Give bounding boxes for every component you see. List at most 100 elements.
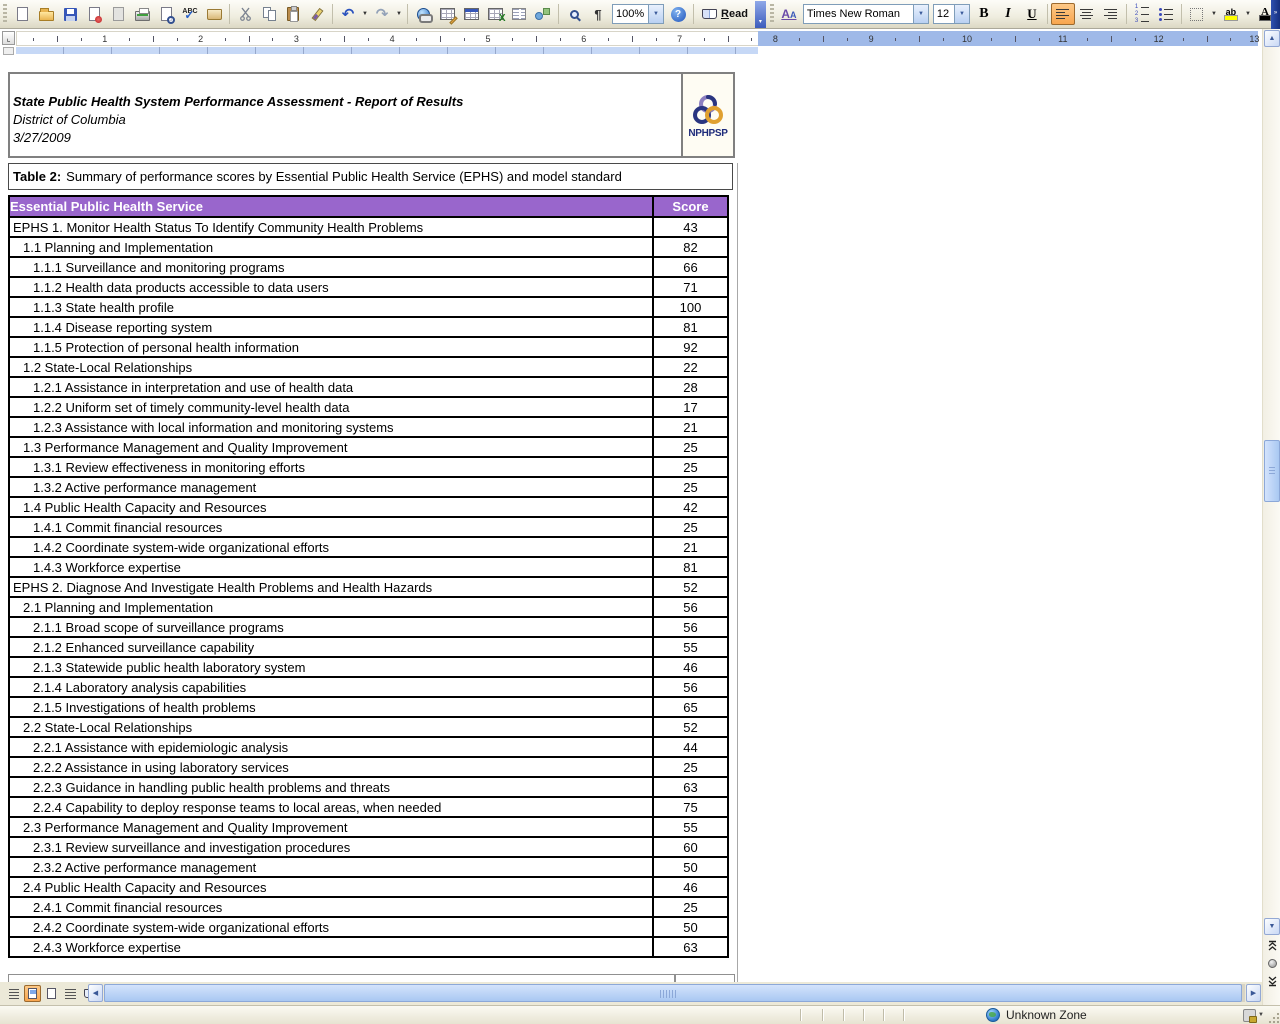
- outline-view-button[interactable]: [62, 985, 79, 1002]
- double-chevron-down-icon: [1267, 976, 1278, 987]
- service-cell: 1.1.2 Health data products accessible to…: [9, 277, 653, 297]
- spelling-status-indicator[interactable]: ▼: [1243, 1007, 1264, 1023]
- toolbar-overflow-chevron-icon[interactable]: »: [1271, 0, 1280, 29]
- score-cell: 25: [653, 517, 728, 537]
- service-cell: 2.4.3 Workforce expertise: [9, 937, 653, 957]
- toolbar-drag-handle[interactable]: [3, 4, 7, 24]
- score-cell: 66: [653, 257, 728, 277]
- drawing-icon[interactable]: [531, 3, 555, 25]
- spelling-icon[interactable]: ABC✓: [178, 3, 202, 25]
- help-icon[interactable]: ?: [666, 3, 690, 25]
- column-header-score: Score: [653, 196, 728, 217]
- styles-icon[interactable]: AA: [777, 3, 801, 25]
- nphpsp-logo-text: NPHPSP: [688, 128, 727, 139]
- document-map-icon[interactable]: [562, 3, 586, 25]
- permission-icon[interactable]: [82, 3, 106, 25]
- toolbar-options-chevron-icon[interactable]: ▾: [755, 1, 766, 28]
- insert-table-icon[interactable]: [459, 3, 483, 25]
- ruler-number: 8: [773, 34, 778, 44]
- read-button[interactable]: Read: [697, 3, 753, 25]
- open-icon[interactable]: [34, 3, 58, 25]
- web-layout-view-button[interactable]: [24, 985, 41, 1002]
- bullets-icon[interactable]: [1154, 3, 1178, 25]
- window-resize-grip[interactable]: [1265, 1009, 1279, 1023]
- hyperlink-icon[interactable]: [411, 3, 435, 25]
- zoom-combo-dropdown-icon[interactable]: ▼: [648, 5, 663, 23]
- select-browse-object-button[interactable]: [1264, 955, 1280, 971]
- next-page-button[interactable]: [1264, 973, 1280, 989]
- align-left-button[interactable]: [1051, 3, 1075, 25]
- horizontal-scrollbar-thumb[interactable]: [104, 984, 1242, 1002]
- table-row: 2.2.2 Assistance in using laboratory ser…: [9, 757, 728, 777]
- vertical-scrollbar[interactable]: ▲ ▼: [1262, 29, 1280, 1005]
- normal-view-button[interactable]: [5, 985, 22, 1002]
- score-cell: 63: [653, 937, 728, 957]
- scroll-right-arrow-icon[interactable]: ▶: [1246, 984, 1261, 1002]
- scroll-up-arrow-icon[interactable]: ▲: [1264, 30, 1280, 47]
- horizontal-ruler[interactable]: 12345678910111213: [16, 31, 1258, 46]
- score-cell: 42: [653, 497, 728, 517]
- horizontal-scrollbar-track[interactable]: [104, 984, 1245, 1002]
- redo-icon-dropdown[interactable]: ▼: [394, 4, 404, 24]
- insert-excel-icon[interactable]: X: [483, 3, 507, 25]
- format-painter-icon[interactable]: [305, 3, 329, 25]
- ruler-tick: [1087, 38, 1088, 41]
- ruler-tick: [1015, 36, 1016, 42]
- scroll-left-arrow-icon[interactable]: ◀: [88, 984, 103, 1002]
- table-row: 2.1.2 Enhanced surveillance capability55: [9, 637, 728, 657]
- tab-selector-secondary[interactable]: [3, 47, 14, 55]
- align-center-button[interactable]: [1075, 3, 1099, 25]
- table-row: EPHS 2. Diagnose And Investigate Health …: [9, 577, 728, 597]
- report-date: 3/27/2009: [13, 130, 681, 145]
- service-cell: 1.3.1 Review effectiveness in monitoring…: [9, 457, 653, 477]
- vertical-scrollbar-thumb[interactable]: [1264, 440, 1280, 502]
- underline-button[interactable]: U: [1020, 3, 1044, 25]
- align-right-button[interactable]: [1099, 3, 1123, 25]
- print-icon[interactable]: [130, 3, 154, 25]
- security-zone-indicator[interactable]: Unknown Zone: [986, 1007, 1087, 1023]
- redo-icon[interactable]: ↷: [370, 3, 394, 25]
- scroll-down-arrow-icon[interactable]: ▼: [1264, 918, 1280, 935]
- ruler-tick: [1135, 38, 1136, 41]
- italic-button[interactable]: I: [996, 3, 1020, 25]
- undo-icon[interactable]: ↶: [336, 3, 360, 25]
- tables-borders-icon[interactable]: [435, 3, 459, 25]
- font-combo[interactable]: Times New Roman▼: [803, 4, 929, 24]
- font-size-combo[interactable]: 12▼: [933, 4, 970, 24]
- border-icon[interactable]: [1185, 3, 1209, 25]
- table-caption: Table 2: Summary of performance scores b…: [8, 163, 733, 190]
- print-layout-view-button[interactable]: [43, 985, 60, 1002]
- print-preview-icon[interactable]: [154, 3, 178, 25]
- service-cell: 1.1.4 Disease reporting system: [9, 317, 653, 337]
- numbering-icon[interactable]: 123: [1130, 3, 1154, 25]
- save-icon[interactable]: [58, 3, 82, 25]
- research-icon[interactable]: [202, 3, 226, 25]
- previous-page-button[interactable]: [1264, 937, 1280, 953]
- new-document-icon[interactable]: [10, 3, 34, 25]
- table-row: 1.4.1 Commit financial resources25: [9, 517, 728, 537]
- show-hide-icon[interactable]: ¶: [586, 3, 610, 25]
- table-row: 1.2.2 Uniform set of timely community-le…: [9, 397, 728, 417]
- service-cell: 2.2.2 Assistance in using laboratory ser…: [9, 757, 653, 777]
- font-size-combo-dropdown-icon[interactable]: ▼: [954, 5, 969, 23]
- columns-icon[interactable]: [507, 3, 531, 25]
- undo-icon-dropdown[interactable]: ▼: [360, 4, 370, 24]
- toolbar-drag-handle[interactable]: [770, 4, 774, 24]
- highlight-icon-dropdown[interactable]: ▼: [1243, 4, 1253, 24]
- email-icon[interactable]: [106, 3, 130, 25]
- tab-stop-selector[interactable]: ⌞: [2, 31, 15, 45]
- score-cell: 56: [653, 677, 728, 697]
- score-cell: 17: [653, 397, 728, 417]
- document-page[interactable]: State Public Health System Performance A…: [0, 56, 1262, 982]
- bold-button[interactable]: B: [972, 3, 996, 25]
- service-cell: 2.2.1 Assistance with epidemiologic anal…: [9, 737, 653, 757]
- zone-label: Unknown Zone: [1006, 1008, 1087, 1022]
- zoom-combo[interactable]: 100%▼: [612, 4, 664, 24]
- copy-icon[interactable]: [257, 3, 281, 25]
- border-icon-dropdown[interactable]: ▼: [1209, 4, 1219, 24]
- toolbar-separator: [229, 4, 230, 24]
- paste-icon[interactable]: [281, 3, 305, 25]
- font-combo-dropdown-icon[interactable]: ▼: [913, 5, 928, 23]
- cut-icon[interactable]: [233, 3, 257, 25]
- highlight-icon[interactable]: ab: [1219, 3, 1243, 25]
